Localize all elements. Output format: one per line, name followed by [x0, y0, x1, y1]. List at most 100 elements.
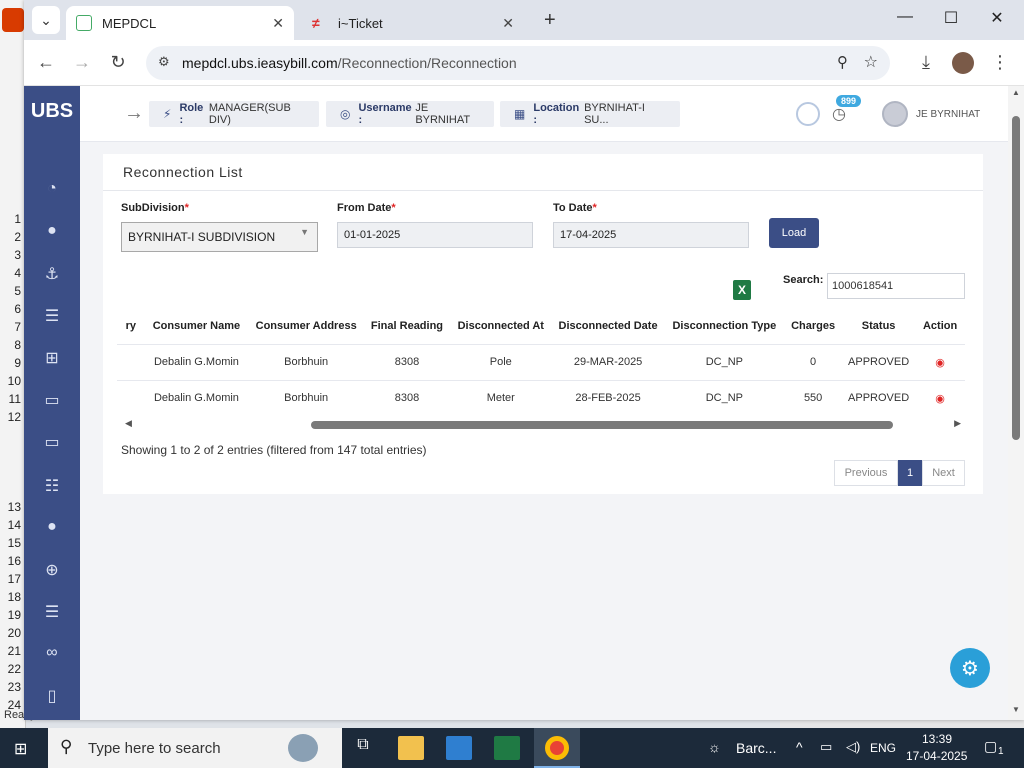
chrome-taskbar-button[interactable]	[534, 728, 580, 768]
role-label: Role :	[179, 102, 204, 126]
page-1-button[interactable]: 1	[898, 460, 922, 486]
col-header[interactable]: Status	[842, 308, 915, 344]
scroll-down-icon[interactable]: ▼	[1012, 705, 1020, 714]
address-bar-row: ← → ↻ ⚙ mepdcl.ubs.ieasybill.com/Reconne…	[24, 40, 1024, 86]
reload-icon[interactable]: ↻	[106, 52, 130, 73]
user-profile-icon[interactable]: ●	[24, 518, 80, 536]
language-indicator[interactable]: ENG	[870, 741, 896, 755]
server-icon[interactable]: ☰	[24, 306, 80, 326]
subdivision-value: BYRNIHAT-I SUBDIVISION	[128, 230, 276, 244]
to-date-input[interactable]: 17-04-2025	[553, 222, 749, 248]
list-ordered-icon[interactable]: ☷	[24, 476, 80, 496]
load-button[interactable]: Load	[769, 218, 819, 248]
forward-arrow-icon[interactable]: →	[70, 52, 94, 73]
file-explorer-icon[interactable]	[398, 736, 424, 760]
view-eye-icon[interactable]: ◉	[935, 393, 945, 405]
list-icon[interactable]: ☰	[24, 602, 80, 622]
dashboard-icon[interactable]: ◔	[24, 180, 80, 198]
clock-date[interactable]: 17-04-2025	[906, 749, 967, 763]
bookmark-star-icon[interactable]: ☆	[864, 52, 878, 72]
scroll-right-icon[interactable]: ▶	[954, 418, 961, 429]
store-icon[interactable]	[446, 736, 472, 760]
volume-icon[interactable]: ◁)	[846, 739, 860, 755]
weather-text[interactable]: Barc...	[736, 740, 776, 756]
maximize-icon[interactable]: ☐	[928, 8, 974, 28]
clock-time[interactable]: 13:39	[922, 732, 952, 746]
site-info-icon[interactable]: ⚙	[158, 54, 170, 70]
excel-row-headers: 1 2 3 4 5 6 7 8 9 10 11 12 13 14 15 16 17 18 19 20 21 22 23 24	[0, 210, 24, 714]
settings-gear-icon[interactable]: ⚙	[950, 648, 990, 688]
scroll-thumb[interactable]	[1012, 116, 1020, 440]
weather-icon[interactable]: ☼	[708, 739, 721, 755]
from-date-input[interactable]: 01-01-2025	[337, 222, 533, 248]
next-page-button[interactable]: Next	[922, 460, 965, 486]
col-header[interactable]: ry	[117, 308, 145, 344]
col-header[interactable]: Consumer Name	[145, 308, 249, 344]
view-eye-icon[interactable]: ◉	[935, 357, 945, 369]
mobile-icon[interactable]: ▯	[24, 686, 80, 706]
excel-row-header	[0, 462, 24, 480]
window-close-icon[interactable]: ✕	[974, 8, 1020, 28]
search-label: Search:	[783, 274, 824, 286]
user-icon[interactable]: ●	[24, 222, 80, 240]
anchor-icon[interactable]: ⚓	[24, 264, 80, 284]
page-title: Reconnection List	[123, 164, 243, 180]
minimize-icon[interactable]: —	[882, 8, 928, 26]
more-menu-icon[interactable]: ⋮	[988, 52, 1012, 73]
subdivision-select[interactable]: BYRNIHAT-I SUBDIVISION ▼	[121, 222, 318, 252]
col-header[interactable]: Disconnection Type	[665, 308, 785, 344]
back-arrow-icon[interactable]: ←	[34, 52, 58, 73]
chevron-down-icon: ⌄	[40, 11, 52, 28]
scroll-thumb[interactable]	[311, 421, 893, 429]
app-logo[interactable]: UBS	[24, 100, 80, 123]
desktop-icon[interactable]: ▭	[24, 432, 80, 452]
col-header[interactable]: Consumer Address	[248, 308, 364, 344]
notification-center-icon[interactable]: ▢	[984, 738, 997, 755]
search-highlight-icon[interactable]	[288, 734, 318, 762]
user-avatar[interactable]	[882, 101, 908, 127]
col-header[interactable]: Action	[915, 308, 965, 344]
windows-taskbar: ⊞ ⚲ Type here to search ⧉ ☼ Barc... ^ ▭ …	[0, 728, 1024, 768]
clock-icon[interactable]: ◷	[832, 104, 846, 124]
excel-export-icon[interactable]: X	[733, 280, 751, 300]
url-bar[interactable]: ⚙ mepdcl.ubs.ieasybill.com/Reconnection/…	[146, 46, 890, 80]
scroll-up-icon[interactable]: ▲	[1012, 88, 1020, 97]
table-horizontal-scrollbar[interactable]: ◀ ▶	[121, 418, 965, 432]
tab-search-button[interactable]: ⌄	[32, 6, 60, 34]
search-input[interactable]: 1000618541	[827, 273, 965, 299]
chevron-up-icon[interactable]: ^	[796, 739, 803, 755]
col-header[interactable]: Disconnected Date	[552, 308, 665, 344]
page-vertical-scrollbar[interactable]: ▲ ▼	[1008, 86, 1024, 720]
windows-start-icon[interactable]: ⊞	[14, 739, 27, 759]
col-header[interactable]: Final Reading	[364, 308, 450, 344]
zoom-icon[interactable]: ⚲	[837, 53, 848, 71]
profile-avatar[interactable]	[952, 52, 974, 74]
scroll-left-icon[interactable]: ◀	[125, 418, 132, 429]
role-value: MANAGER(SUB DIV)	[208, 102, 291, 126]
network-icon[interactable]: ▭	[820, 739, 832, 755]
tab-iticket[interactable]: ≠ i~Ticket ✕	[302, 6, 524, 40]
col-header[interactable]: Disconnected At	[450, 308, 552, 344]
excel-taskbar-icon[interactable]	[494, 736, 520, 760]
page-favicon-icon	[76, 15, 92, 31]
taskbar-search-box[interactable]: ⚲ Type here to search	[48, 728, 342, 768]
link-icon[interactable]: ∞	[24, 644, 80, 662]
previous-page-button[interactable]: Previous	[834, 460, 898, 486]
task-view-icon[interactable]: ⧉	[350, 736, 376, 760]
close-icon[interactable]: ✕	[502, 15, 514, 32]
table-row: Debalin G.Momin Borbhuin 8308 Meter 28-F…	[117, 379, 965, 416]
excel-row-header: 23	[7, 680, 21, 694]
excel-row-header: 10	[7, 374, 21, 388]
group-icon[interactable]	[796, 102, 820, 126]
col-header[interactable]: Charges	[784, 308, 842, 344]
user-name[interactable]: JE BYRNIHAT	[916, 109, 980, 120]
tab-mepdcl[interactable]: MEPDCL ✕	[66, 6, 294, 40]
plus-circle-icon[interactable]: ⊕	[24, 560, 80, 580]
sitemap-icon[interactable]: ⊞	[24, 348, 80, 368]
new-tab-plus-icon[interactable]: +	[544, 9, 556, 32]
close-icon[interactable]: ✕	[272, 15, 284, 32]
download-icon[interactable]: ⤓	[914, 52, 938, 73]
from-date-label: From Date*	[337, 202, 396, 214]
toggle-arrow-icon[interactable]: →	[124, 102, 144, 125]
monitor-icon[interactable]: ▭	[24, 390, 80, 410]
